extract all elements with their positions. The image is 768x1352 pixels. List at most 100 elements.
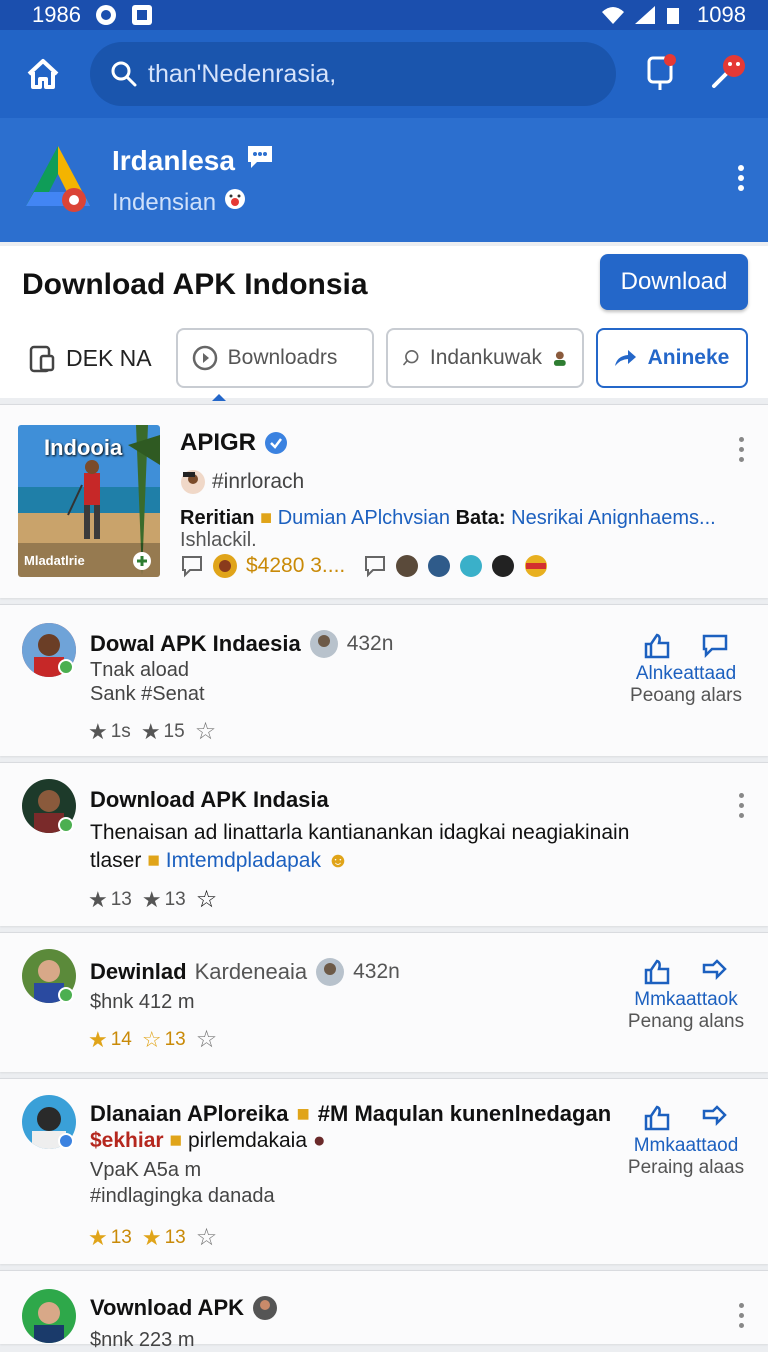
tab-anineke[interactable]: Anineke: [595, 328, 748, 388]
line-highlight[interactable]: $ekhiar: [90, 1129, 164, 1152]
device-icon: [29, 345, 55, 373]
action-primary[interactable]: Mmkaattaod: [626, 1135, 746, 1157]
participant-avatar-icon: [428, 555, 451, 577]
status-time: 1986: [32, 2, 81, 27]
rating-item[interactable]: ★ 13: [88, 887, 132, 913]
post-card[interactable]: Dlanaian APloreika ■ #M Maqulan kunenlne…: [0, 1078, 768, 1264]
post-title[interactable]: Dlanaian APloreika: [90, 1101, 288, 1127]
alert-icon[interactable]: [644, 52, 678, 97]
star-icon: ★: [141, 1224, 162, 1250]
search-icon: [111, 61, 137, 87]
tab-bownloadrs[interactable]: Bownloadrs: [175, 328, 374, 388]
featured-card[interactable]: Indooia Mladatlrie APIGR #inrlorach Reri…: [0, 404, 768, 598]
verified-badge-icon: [58, 987, 74, 1003]
featured-thumbnail[interactable]: Indooia Mladatlrie: [18, 425, 160, 577]
user-avatar-icon: [309, 630, 338, 658]
featured-meta: $4280 3....: [180, 553, 549, 579]
tab-label: Bownloadrs: [227, 346, 338, 369]
star-outline-icon[interactable]: ☆: [196, 1025, 218, 1054]
post-title[interactable]: Download APK Indasia: [90, 787, 329, 813]
post-title[interactable]: Dewinlad: [90, 959, 187, 985]
post-line: $hnk 412 m: [90, 991, 195, 1013]
ratings-row: ★ 1s ★ 15 ☆: [88, 717, 216, 746]
more-options-icon[interactable]: [736, 164, 746, 197]
rating-item[interactable]: ★ 13: [142, 887, 186, 913]
action-primary[interactable]: Mmkaattaok: [626, 989, 746, 1011]
rating-count: 1s: [110, 720, 131, 742]
user-avatar-icon: [253, 1296, 277, 1320]
post-title[interactable]: Dowal APK Indaesia: [90, 631, 301, 657]
rating-item[interactable]: ★ 14: [88, 1027, 132, 1053]
post-line-rich: $ekhiar ■ pirlemdakaia ●: [90, 1129, 326, 1153]
author-avatar-icon: [181, 470, 205, 494]
money-bag-icon: ■: [169, 1129, 183, 1152]
chat-icon: [245, 143, 275, 178]
featured-price: $4280 3....: [246, 554, 346, 577]
post-card[interactable]: Download APK Indasia Thenaisan ad linatt…: [0, 762, 768, 926]
signal-icon: [633, 4, 656, 26]
featured-author: #inrlorach: [212, 470, 305, 493]
post-line: #indlagingka danada: [90, 1185, 275, 1207]
rating-item[interactable]: ★ 13: [88, 1225, 132, 1251]
desc-label: Bata:: [455, 507, 506, 529]
notification-icon: [95, 4, 117, 26]
action-secondary: Peoang alars: [630, 685, 742, 706]
action-primary[interactable]: Alnkeattaad: [626, 663, 746, 685]
rating-item[interactable]: ☆ 13: [142, 1027, 186, 1053]
post-title-row: Vownload APK: [90, 1295, 278, 1321]
post-line: Thenaisan ad linattarla kantianankan ida…: [90, 821, 630, 844]
like-icon: [644, 633, 670, 659]
avatar[interactable]: [22, 1289, 76, 1343]
play-icon: [192, 345, 217, 371]
featured-description: Reritian ■ Dumian APlchvsian Bata: Nesri…: [180, 507, 750, 551]
user-avatar-icon: [316, 958, 345, 986]
money-bag-icon: ■: [147, 849, 160, 872]
gallery-icon: [131, 4, 153, 26]
post-title[interactable]: Vownload APK: [90, 1295, 244, 1321]
rating-item[interactable]: ★ 1s: [88, 719, 131, 745]
rating-count: 13: [110, 1226, 132, 1248]
participant-avatar-icon: [460, 555, 483, 577]
home-button[interactable]: [20, 51, 66, 97]
more-options-icon[interactable]: [736, 437, 746, 462]
more-options-icon[interactable]: [736, 793, 746, 818]
reply-icon: [702, 634, 728, 659]
desc-tail[interactable]: Nesrikai Anignhaems...: [511, 507, 716, 529]
page-header: Download APK Indonsia Download DEK NA Bo…: [0, 246, 768, 398]
app-bar: than'Nedenrasia,: [0, 30, 768, 118]
featured-author-row: #inrlorach: [180, 469, 304, 495]
tab-label: Anineke: [647, 346, 730, 369]
rating-item[interactable]: ★ 15: [141, 719, 185, 745]
post-actions: Mmkaattaod Peraing alaas: [626, 1105, 746, 1179]
tab-indankuwak[interactable]: Indankuwak: [385, 328, 584, 388]
star-outline-icon[interactable]: ☆: [196, 885, 218, 914]
download-button[interactable]: Download: [600, 254, 748, 310]
action-secondary: Peraing alaas: [627, 1157, 745, 1178]
home-icon: [27, 59, 59, 89]
desc-highlight[interactable]: Dumian APlchvsian: [278, 507, 450, 529]
tab-dek-na[interactable]: DEK NA: [28, 328, 164, 388]
rating-count: 15: [163, 720, 185, 742]
star-outline-icon[interactable]: ☆: [196, 1223, 218, 1252]
thumbnail-caption: Mladatlrie: [24, 553, 85, 568]
post-line: VpaK A5a m: [90, 1159, 202, 1181]
action-secondary: Penang alans: [627, 1011, 745, 1032]
post-card[interactable]: Dowal APK Indaesia 432n Tnak aload Sank …: [0, 604, 768, 756]
search-input[interactable]: than'Nedenrasia,: [90, 42, 616, 106]
profile-icon[interactable]: [708, 52, 748, 97]
more-options-icon[interactable]: [736, 1303, 746, 1328]
star-outline-icon[interactable]: ☆: [195, 717, 217, 746]
star-icon: ★: [88, 886, 108, 912]
featured-title-row: APIGR: [180, 429, 288, 457]
participant-avatar-icon: [492, 555, 515, 577]
rating-item[interactable]: ★ 13: [142, 1225, 186, 1251]
post-actions: Mmkaattaok Penang alans: [626, 959, 746, 1033]
post-line-rich: tlaser ■ Imtemdpladapak ☻: [90, 849, 349, 873]
emoji-icon: ☻: [326, 849, 349, 872]
line-link[interactable]: Imtemdpladapak: [166, 849, 321, 872]
post-title-secondary: Kardeneaia: [194, 959, 308, 984]
post-card[interactable]: Dewinlad Kardeneaia 432n $hnk 412 m ★ 14 …: [0, 932, 768, 1072]
wifi-icon: [601, 4, 625, 26]
post-title-tail: #M Maqulan kunenlnedagan: [317, 1101, 612, 1126]
post-card[interactable]: Vownload APK $nnk 223 m: [0, 1270, 768, 1351]
